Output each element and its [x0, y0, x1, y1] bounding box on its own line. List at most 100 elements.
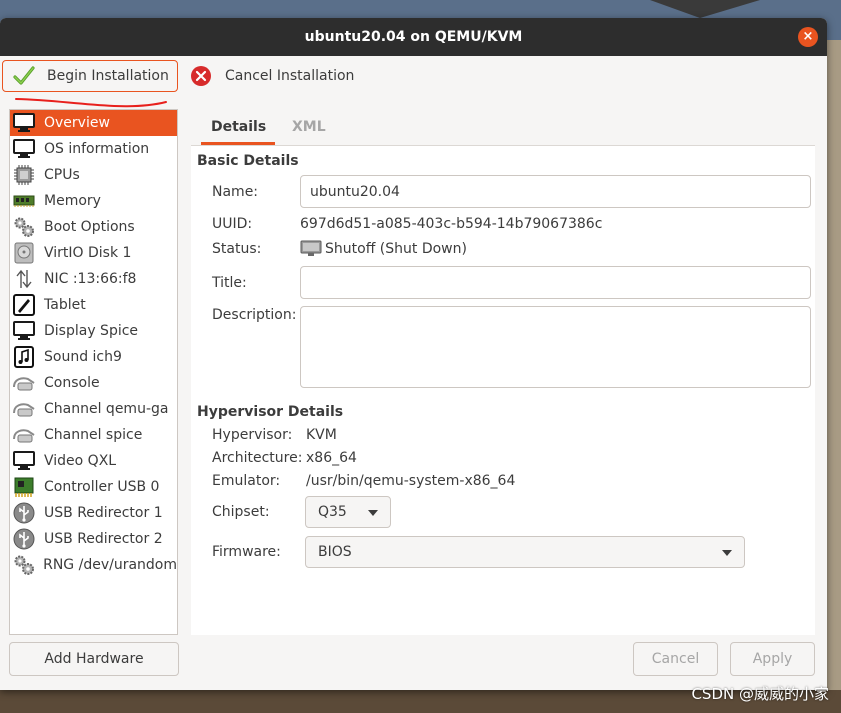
- disk-icon: [12, 242, 36, 264]
- architecture-value: x86_64: [306, 450, 357, 466]
- sidebar-item[interactable]: RNG /dev/urandom: [10, 552, 177, 578]
- hypervisor-label: Hypervisor:: [212, 427, 293, 443]
- tab-details[interactable]: Details: [211, 119, 266, 135]
- sidebar-item[interactable]: Console: [10, 370, 177, 396]
- sidebar-item-label: RNG /dev/urandom: [43, 557, 177, 573]
- sidebar-item-label: Tablet: [44, 297, 86, 313]
- hypervisor-value: KVM: [306, 427, 337, 443]
- monitor-icon: [12, 320, 36, 342]
- sidebar-item[interactable]: Memory: [10, 188, 177, 214]
- sidebar-item-label: Channel qemu-ga: [44, 401, 169, 417]
- serial-icon: [12, 372, 36, 394]
- apply-button-label: Apply: [752, 651, 793, 667]
- vm-details-window: ubuntu20.04 on QEMU/KVM × Begin Installa…: [0, 18, 827, 690]
- firmware-dropdown[interactable]: BIOS: [305, 536, 745, 568]
- sidebar-item-label: USB Redirector 1: [44, 505, 163, 521]
- firmware-selected: BIOS: [318, 544, 352, 560]
- cancel-installation-label: Cancel Installation: [225, 68, 355, 84]
- cancel-installation-button[interactable]: Cancel Installation: [190, 60, 354, 92]
- architecture-label: Architecture:: [212, 450, 303, 466]
- sidebar-item[interactable]: USB Redirector 1: [10, 500, 177, 526]
- apply-button[interactable]: Apply: [730, 642, 815, 676]
- add-hardware-button[interactable]: Add Hardware: [9, 642, 179, 676]
- sidebar-item-label: OS information: [44, 141, 150, 157]
- status-value: Shutoff (Shut Down): [325, 241, 467, 257]
- sound-icon: [12, 346, 36, 368]
- usb-icon: [12, 502, 36, 524]
- tablet-icon: [12, 294, 36, 316]
- sidebar-item[interactable]: Video QXL: [10, 448, 177, 474]
- monitor-icon: [12, 112, 36, 134]
- sidebar-item[interactable]: Boot Options: [10, 214, 177, 240]
- sidebar-item[interactable]: OS information: [10, 136, 177, 162]
- hypervisor-details-heading: Hypervisor Details: [197, 404, 344, 420]
- details-panel: Basic Details Name: UUID: 697d6d51-a085-…: [191, 146, 815, 635]
- sidebar-item[interactable]: NIC :13:66:f8: [10, 266, 177, 292]
- network-icon: [12, 268, 36, 290]
- sidebar-item[interactable]: USB Redirector 2: [10, 526, 177, 552]
- basic-details-heading: Basic Details: [197, 153, 299, 169]
- check-icon: [13, 66, 35, 85]
- close-window-button[interactable]: ×: [798, 27, 818, 47]
- shutoff-monitor-icon: [300, 240, 322, 256]
- window-title: ubuntu20.04 on QEMU/KVM: [304, 29, 523, 45]
- cancel-icon: [191, 66, 211, 86]
- sidebar-item[interactable]: CPUs: [10, 162, 177, 188]
- sidebar-item-label: Overview: [44, 115, 110, 131]
- close-icon: ×: [802, 29, 814, 44]
- emulator-label: Emulator:: [212, 473, 281, 489]
- title-field[interactable]: [300, 266, 811, 299]
- status-label: Status:: [212, 241, 262, 257]
- monitor-icon: [12, 138, 36, 160]
- add-hardware-label: Add Hardware: [44, 651, 144, 667]
- sidebar-item-label: Console: [44, 375, 100, 391]
- chipset-label: Chipset:: [212, 504, 270, 520]
- sidebar-item-label: Boot Options: [44, 219, 135, 235]
- sidebar-item-label: NIC :13:66:f8: [44, 271, 137, 287]
- sidebar-item-label: Controller USB 0: [44, 479, 160, 495]
- tab-xml[interactable]: XML: [292, 119, 326, 135]
- toolbar: Begin Installation Cancel Installation: [0, 56, 827, 96]
- description-field[interactable]: [300, 306, 811, 388]
- begin-installation-button[interactable]: Begin Installation: [2, 60, 178, 92]
- sidebar-item[interactable]: VirtIO Disk 1: [10, 240, 177, 266]
- chevron-down-icon: [368, 510, 378, 516]
- sidebar-item[interactable]: Controller USB 0: [10, 474, 177, 500]
- usb-icon: [12, 528, 36, 550]
- firmware-label: Firmware:: [212, 544, 281, 560]
- cpu-icon: [12, 164, 36, 186]
- name-field[interactable]: [300, 175, 811, 208]
- memory-icon: [12, 190, 36, 212]
- uuid-value: 697d6d51-a085-403c-b594-14b79067386c: [300, 216, 603, 232]
- tab-bar: Details XML: [191, 111, 815, 146]
- cancel-button[interactable]: Cancel: [633, 642, 718, 676]
- sidebar-item-label: VirtIO Disk 1: [44, 245, 132, 261]
- sidebar-item[interactable]: Channel qemu-ga: [10, 396, 177, 422]
- sidebar-item-label: CPUs: [44, 167, 80, 183]
- monitor-icon: [12, 450, 36, 472]
- red-annotation-underline: [15, 98, 167, 108]
- emulator-value: /usr/bin/qemu-system-x86_64: [306, 473, 516, 489]
- sidebar-item-label: Sound ich9: [44, 349, 122, 365]
- gears-icon: [12, 554, 35, 576]
- sidebar-item[interactable]: Overview: [10, 110, 177, 136]
- chipset-selected: Q35: [318, 504, 347, 520]
- sidebar-item[interactable]: Channel spice: [10, 422, 177, 448]
- chevron-down-icon: [722, 550, 732, 556]
- sidebar-item[interactable]: Display Spice: [10, 318, 177, 344]
- sidebar-item-label: USB Redirector 2: [44, 531, 163, 547]
- chipset-dropdown[interactable]: Q35: [305, 496, 391, 528]
- sidebar-item[interactable]: Sound ich9: [10, 344, 177, 370]
- sidebar-item-label: Display Spice: [44, 323, 139, 339]
- hardware-list: Overview OS information CPUs Memory Boot Opt…: [9, 109, 178, 635]
- cancel-button-label: Cancel: [651, 651, 700, 667]
- sidebar-item-label: Channel spice: [44, 427, 143, 443]
- title-label: Title:: [212, 275, 247, 291]
- watermark: CSDN @威威的小家: [691, 685, 829, 703]
- sidebar-item-label: Video QXL: [44, 453, 117, 469]
- pci-card-icon: [12, 476, 36, 498]
- name-label: Name:: [212, 184, 259, 200]
- sidebar-item-label: Memory: [44, 193, 101, 209]
- sidebar-item[interactable]: Tablet: [10, 292, 177, 318]
- begin-installation-label: Begin Installation: [47, 68, 169, 84]
